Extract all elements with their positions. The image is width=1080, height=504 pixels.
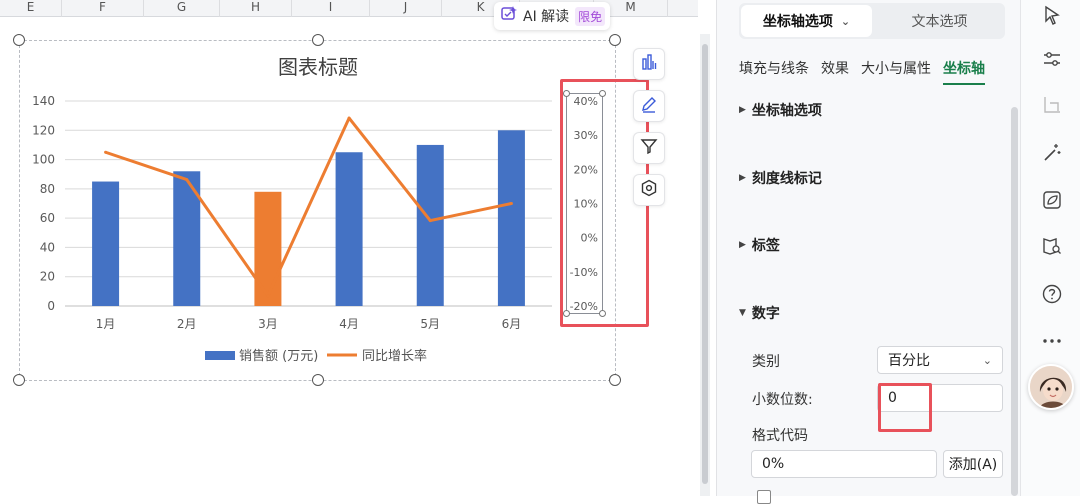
magic-wand-icon[interactable] [1041, 142, 1063, 164]
bar-1月 [92, 181, 120, 306]
chart-elements-button[interactable] [633, 48, 665, 80]
y-axis-tick-label: 80 [40, 182, 55, 196]
section-labels[interactable]: ▶ 标签 [739, 235, 780, 255]
section-axis-options-label: 坐标轴选项 [751, 103, 822, 119]
growth-rate-line [105, 116, 512, 298]
bar-3月 [254, 191, 282, 306]
panel-outer-scrollbar[interactable] [700, 34, 710, 496]
expand-triangle-icon: ▶ [739, 173, 746, 183]
legend-bar-label[interactable]: 销售额 (万元) [239, 348, 318, 364]
bar-6月 [497, 130, 525, 306]
y-axis-tick-label: 20 [40, 270, 55, 284]
section-number[interactable]: ▼ 数字 [739, 303, 780, 323]
checkbox-partial[interactable] [757, 490, 771, 504]
right-icon-rail [1020, 0, 1080, 496]
chart-settings-button[interactable] [633, 174, 665, 206]
chart-elements-icon [640, 53, 658, 75]
expand-triangle-icon: ▶ [739, 240, 746, 250]
bar-5月 [416, 144, 444, 306]
chevron-down-icon: ⌄ [840, 14, 851, 28]
chart-title[interactable]: 图表标题 [278, 55, 358, 79]
format-code-label: 格式代码 [752, 428, 808, 444]
settings-sliders-icon[interactable] [1041, 48, 1063, 70]
hexagon-settings-icon [640, 179, 658, 201]
chevron-down-icon: ⌄ [982, 353, 992, 367]
legend-line-label[interactable]: 同比增长率 [362, 348, 427, 364]
help-icon[interactable] [1041, 283, 1063, 305]
image-leaf-icon[interactable] [1041, 189, 1063, 211]
y-axis-tick-label: 100 [32, 153, 55, 167]
x-axis-tick-label: 6月 [502, 317, 522, 331]
format-code-value: 0% [762, 456, 785, 472]
decimals-highlight-box [878, 383, 932, 432]
growth-rate-point [104, 150, 108, 154]
crop-transform-icon[interactable] [1041, 94, 1063, 116]
collapse-triangle-icon: ▼ [739, 308, 746, 318]
category-select[interactable]: 百分比 ⌄ [877, 346, 1003, 374]
growth-rate-point [509, 202, 513, 205]
tab-text-options[interactable]: 文本选项 [874, 3, 1005, 39]
y-axis-tick-label: 0 [47, 299, 55, 313]
legend-bar-swatch [205, 351, 235, 360]
x-axis-tick-label: 3月 [258, 317, 278, 331]
y-axis-tick-label: 140 [32, 94, 55, 108]
section-tick-marks-label: 刻度线标记 [751, 171, 822, 187]
assistant-avatar[interactable] [1028, 364, 1074, 410]
pen-icon [640, 95, 658, 117]
growth-rate-point [185, 178, 189, 182]
category-label: 类别 [752, 354, 780, 370]
x-axis-tick-label: 1月 [96, 317, 116, 331]
bar-4月 [335, 152, 363, 306]
y-axis-tick-label: 40 [40, 240, 55, 254]
tab-axis-options[interactable]: 坐标轴选项 ⌄ [741, 5, 872, 37]
section-axis-options[interactable]: ▶ 坐标轴选项 [739, 100, 822, 120]
filter-icon [640, 137, 658, 159]
format-code-input[interactable]: 0% [751, 450, 937, 478]
tab-axis-options-label: 坐标轴选项 [762, 14, 833, 30]
y-axis-tick-label: 60 [40, 211, 55, 225]
more-options-icon[interactable] [1041, 330, 1063, 352]
sub-tab-effects[interactable]: 效果 [821, 58, 849, 85]
sub-tab-axis[interactable]: 坐标轴 [943, 58, 985, 85]
spreadsheet-area[interactable]: E F G H I J K L M AI 解读 限免 图表标题 02040608… [0, 0, 698, 496]
book-search-icon[interactable] [1041, 235, 1063, 257]
x-axis-tick-label: 5月 [420, 317, 440, 331]
section-tick-marks[interactable]: ▶ 刻度线标记 [739, 168, 822, 188]
sub-tab-size-properties[interactable]: 大小与属性 [861, 58, 931, 85]
panel-top-tabs: 坐标轴选项 ⌄ 文本选项 [739, 3, 1005, 39]
panel-scrollbar-thumb[interactable] [1011, 107, 1018, 496]
category-select-value: 百分比 [888, 353, 930, 369]
x-axis-tick-label: 4月 [339, 317, 359, 331]
growth-rate-point [428, 219, 432, 223]
add-format-button[interactable]: 添加(A) [943, 450, 1003, 478]
expand-triangle-icon: ▶ [739, 105, 746, 115]
sub-tab-fill-line[interactable]: 填充与线条 [739, 58, 809, 85]
section-number-label: 数字 [751, 306, 780, 322]
chart-style-button[interactable] [633, 90, 665, 122]
y-axis-tick-label: 120 [32, 123, 55, 137]
panel-sub-tabs: 填充与线条 效果 大小与属性 坐标轴 [739, 58, 997, 85]
tab-text-options-label: 文本选项 [911, 14, 968, 30]
decimals-label: 小数位数: [752, 392, 813, 408]
format-axis-panel: 坐标轴选项 ⌄ 文本选项 填充与线条 效果 大小与属性 坐标轴 ▶ 坐标轴选项 … [716, 0, 1020, 504]
cursor-arrow-icon[interactable] [1041, 4, 1063, 26]
x-axis-tick-label: 2月 [177, 317, 197, 331]
growth-rate-point [266, 294, 270, 298]
chart-filter-button[interactable] [633, 132, 665, 164]
section-labels-label: 标签 [751, 238, 780, 254]
growth-rate-point [347, 116, 351, 120]
